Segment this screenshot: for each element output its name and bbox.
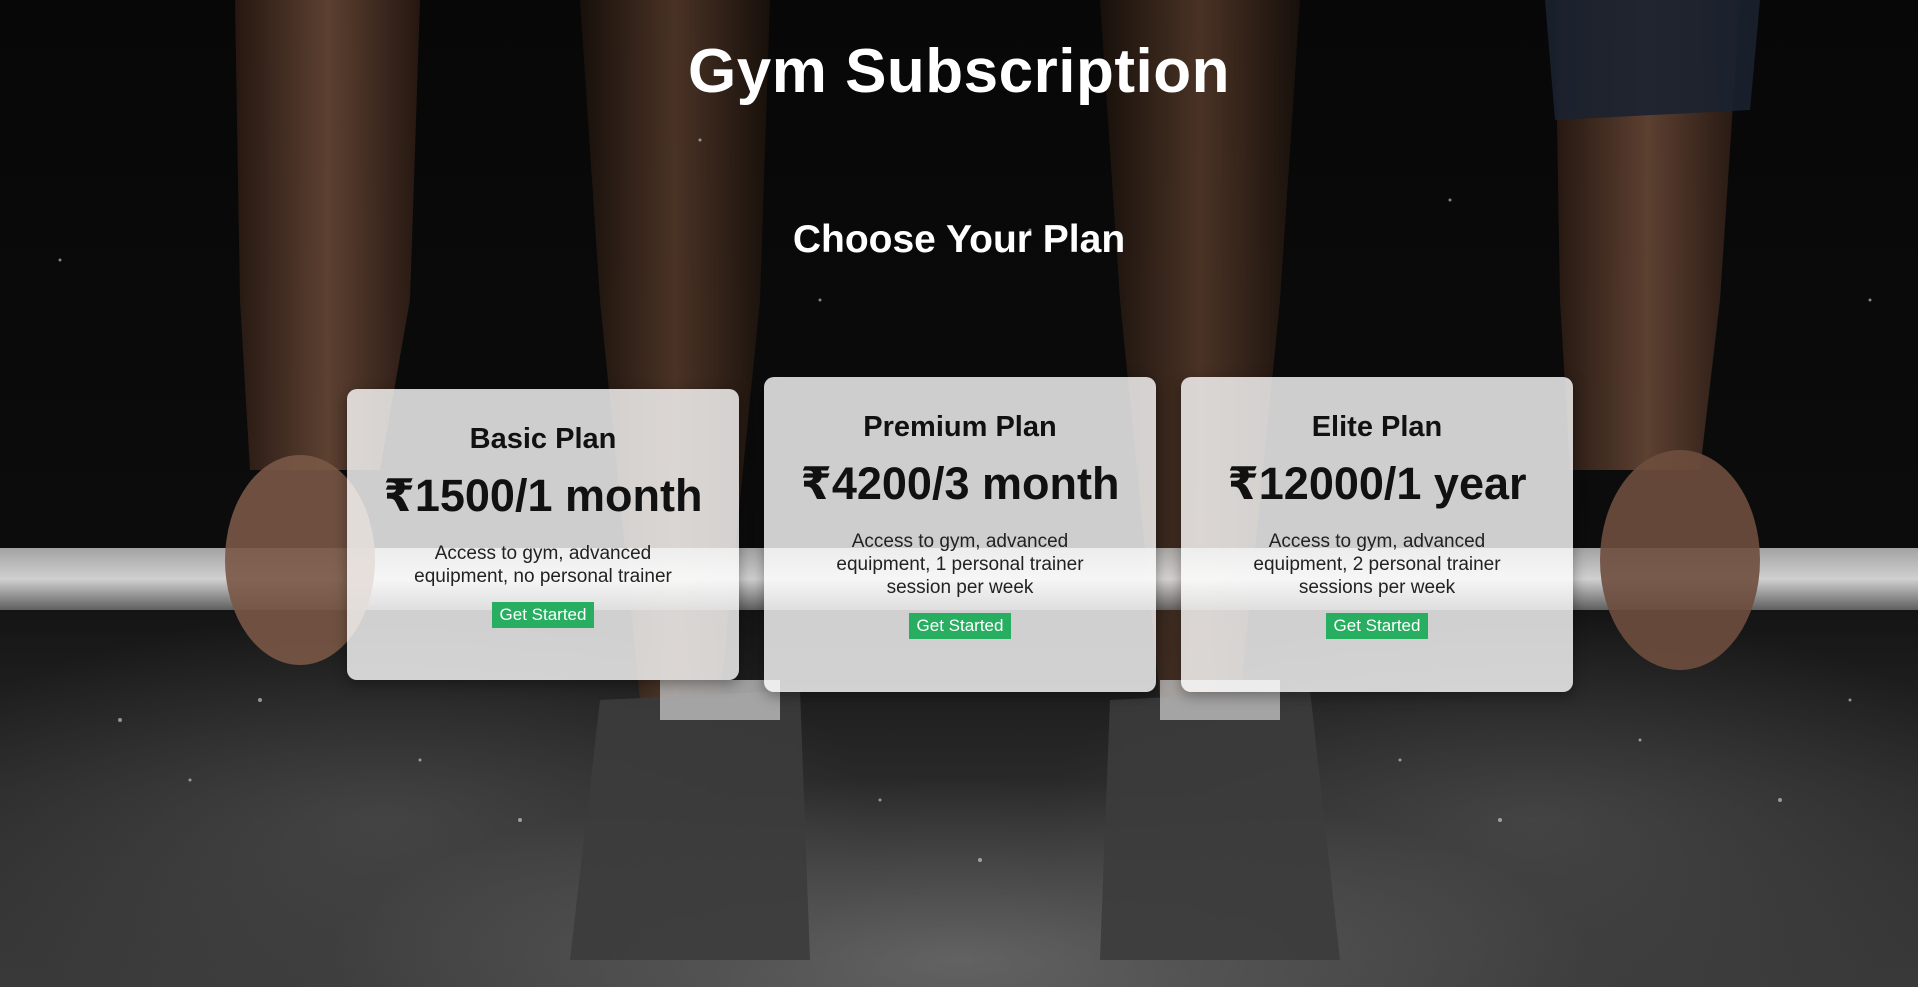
plan-price: ₹4200/3 month (800, 458, 1120, 509)
plan-name: Basic Plan (469, 423, 617, 455)
plan-card-premium: Premium Plan ₹4200/3 month Access to gym… (764, 377, 1156, 692)
section-title: Choose Your Plan (792, 218, 1126, 261)
get-started-button[interactable]: Get Started (1325, 613, 1429, 639)
plan-card-elite: Elite Plan ₹12000/1 year Access to gym, … (1181, 377, 1573, 692)
plan-description: Access to gym, advanced equipment, no pe… (414, 543, 672, 587)
plan-card-basic: Basic Plan ₹1500/1 month Access to gym, … (347, 389, 739, 680)
get-started-button[interactable]: Get Started (908, 613, 1012, 639)
plan-description: Access to gym, advanced equipment, 2 per… (1253, 531, 1501, 598)
plan-name: Elite Plan (1311, 411, 1443, 443)
page-title: Gym Subscription (688, 37, 1230, 106)
get-started-button[interactable]: Get Started (491, 602, 595, 628)
page: Gym Subscription Choose Your Plan Basic … (0, 0, 1918, 987)
plan-price: ₹1500/1 month (383, 470, 703, 521)
plan-name: Premium Plan (863, 411, 1057, 443)
plan-price: ₹12000/1 year (1227, 458, 1527, 509)
plan-description: Access to gym, advanced equipment, 1 per… (836, 531, 1084, 598)
